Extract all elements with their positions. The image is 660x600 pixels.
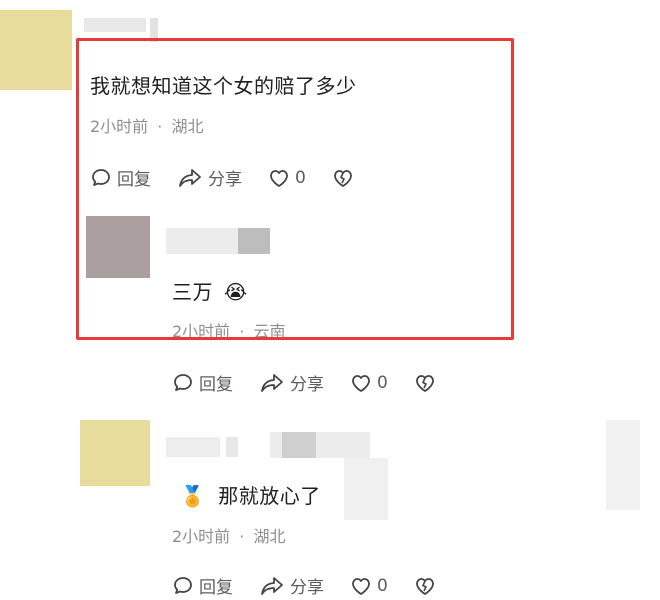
meta-separator: · [239, 527, 245, 546]
share-button[interactable]: 分享 [259, 370, 324, 395]
highlight-box [76, 38, 514, 340]
reply-text: 🏅 那就放心了 [180, 480, 321, 509]
username-redacted [226, 437, 238, 457]
avatar[interactable] [80, 420, 150, 486]
dislike-button[interactable] [414, 575, 441, 597]
username-redacted [84, 18, 146, 32]
like-button[interactable]: 0 [350, 372, 388, 394]
share-label: 分享 [290, 375, 324, 395]
heart-icon [352, 374, 370, 392]
reply-actions: 回复 分享 0 [172, 573, 467, 598]
reply-button[interactable]: 回复 [172, 370, 233, 395]
share-label: 分享 [290, 578, 324, 598]
redacted-block [344, 458, 388, 520]
avatar[interactable] [0, 10, 72, 90]
username-redacted [282, 432, 316, 458]
reply-actions: 回复 分享 0 [172, 370, 467, 395]
reply-text-content: 那就放心了 [218, 484, 321, 508]
reply-icon [174, 576, 192, 594]
share-button[interactable]: 分享 [259, 573, 324, 598]
heart-icon [352, 577, 370, 595]
reply-label: 回复 [199, 375, 233, 395]
like-count: 0 [377, 372, 388, 393]
share-icon [261, 373, 283, 392]
broken-heart-icon [415, 374, 434, 392]
redacted-block [606, 420, 640, 510]
share-icon [261, 576, 283, 595]
reply-location: 湖北 [253, 527, 286, 546]
reply-icon [174, 373, 192, 391]
like-count: 0 [377, 575, 388, 596]
like-button[interactable]: 0 [350, 575, 388, 597]
reply-meta: 2小时前 · 湖北 [172, 523, 285, 547]
medal-emoji: 🏅 [180, 484, 206, 508]
reply-button[interactable]: 回复 [172, 573, 233, 598]
reply-time: 2小时前 [172, 527, 231, 546]
dislike-button[interactable] [414, 372, 441, 394]
reply-label: 回复 [199, 578, 233, 598]
username-redacted [166, 437, 220, 457]
broken-heart-icon [415, 577, 434, 595]
